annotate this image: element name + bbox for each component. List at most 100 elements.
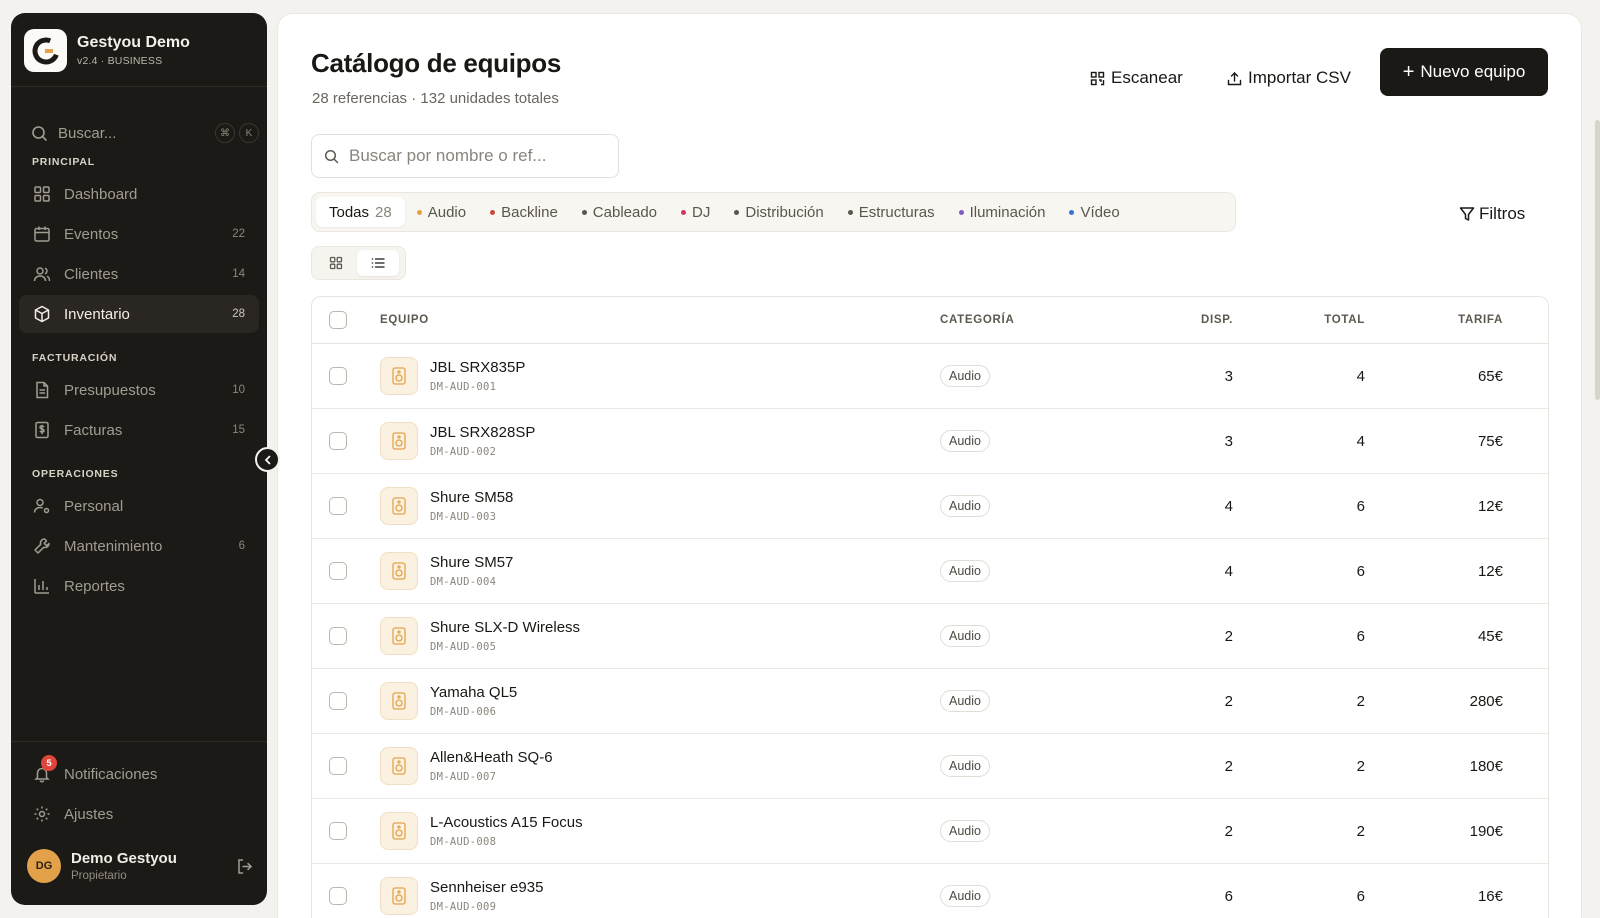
table-row[interactable]: Shure SM58 DM-AUD-003 Audio 4 6 12€ — [312, 474, 1548, 539]
available-count: 4 — [1224, 497, 1233, 515]
scan-button[interactable]: Escanear — [1090, 61, 1183, 95]
equipment-name: Allen&Heath SQ-6 — [430, 749, 553, 766]
equipment-ref: DM-AUD-003 — [430, 511, 497, 523]
chip-label: Iluminación — [969, 203, 1046, 221]
chip-label: Audio — [427, 203, 467, 221]
equipment-ref: DM-AUD-002 — [430, 446, 497, 458]
rate-value: 12€ — [1477, 497, 1503, 515]
category-chip-cableado[interactable]: Cableado — [570, 197, 669, 227]
table-row[interactable]: Sennheiser e935 DM-AUD-009 Audio 6 6 16€ — [312, 864, 1548, 918]
page-scrollbar[interactable] — [1595, 120, 1600, 400]
user-profile[interactable]: DG Demo Gestyou Propietario — [27, 844, 255, 888]
equipment-search[interactable] — [311, 134, 619, 178]
speaker-icon — [380, 422, 418, 460]
chip-label: Vídeo — [1080, 203, 1120, 221]
filters-button[interactable]: Filtros — [1459, 204, 1525, 224]
import-csv-button[interactable]: Importar CSV — [1227, 61, 1351, 95]
column-header-tarifa[interactable]: TARIFA — [1365, 314, 1503, 326]
table-row[interactable]: JBL SRX835P DM-AUD-001 Audio 3 4 65€ — [312, 344, 1548, 409]
category-chip-video[interactable]: Vídeo — [1057, 197, 1131, 227]
row-checkbox[interactable] — [329, 432, 347, 450]
new-equipment-button[interactable]: + Nuevo equipo — [1380, 48, 1548, 96]
rate-value: 45€ — [1477, 627, 1503, 645]
sidebar-item-label: Mantenimiento — [64, 537, 163, 555]
page-subtitle: 28 referencias · 132 unidades totales — [312, 90, 559, 107]
select-all-checkbox[interactable] — [329, 311, 347, 329]
category-chip-distribucion[interactable]: Distribución — [722, 197, 835, 227]
sidebar-item-facturas[interactable]: Facturas 15 — [19, 411, 259, 449]
equipment-name: Shure SM57 — [430, 554, 514, 571]
search-input[interactable] — [349, 146, 599, 166]
bell-icon: 5 — [32, 755, 57, 784]
chip-label: Backline — [501, 203, 558, 221]
sidebar-item-dashboard[interactable]: Dashboard — [19, 175, 259, 213]
speaker-icon — [380, 682, 418, 720]
brand[interactable]: Gestyou Demo v2.4 · BUSINESS — [24, 29, 190, 72]
available-count: 3 — [1224, 367, 1233, 385]
list-view-button[interactable] — [357, 250, 399, 276]
sidebar-item-eventos[interactable]: Eventos 22 — [19, 215, 259, 253]
table-row[interactable]: Yamaha QL5 DM-AUD-006 Audio 2 2 280€ — [312, 669, 1548, 734]
category-dot — [681, 209, 687, 215]
table-row[interactable]: Shure SLX-D Wireless DM-AUD-005 Audio 2 … — [312, 604, 1548, 669]
column-header-categoria[interactable]: CATEGORÍA — [940, 314, 1110, 326]
chip-label: DJ — [692, 203, 711, 221]
sidebar-item-label: Presupuestos — [64, 381, 156, 399]
invoice-icon — [32, 420, 52, 440]
column-header-equipo[interactable]: EQUIPO — [380, 314, 940, 326]
sidebar-item-ajustes[interactable]: Ajustes — [19, 795, 259, 833]
category-chip-dj[interactable]: DJ — [669, 197, 722, 227]
table-row[interactable]: Shure SM57 DM-AUD-004 Audio 4 6 12€ — [312, 539, 1548, 604]
bar-chart-icon — [32, 576, 52, 596]
grid-view-icon — [329, 256, 343, 270]
notification-badge: 5 — [41, 755, 57, 771]
table-row[interactable]: JBL SRX828SP DM-AUD-002 Audio 3 4 75€ — [312, 409, 1548, 474]
row-checkbox[interactable] — [329, 497, 347, 515]
sidebar-item-personal[interactable]: Personal — [19, 487, 259, 525]
row-checkbox[interactable] — [329, 887, 347, 905]
section-operaciones: OPERACIONES — [32, 468, 119, 480]
category-chip-backline[interactable]: Backline — [478, 197, 570, 227]
sidebar-item-notificaciones[interactable]: 5 Notificaciones — [19, 755, 259, 793]
row-checkbox[interactable] — [329, 757, 347, 775]
sidebar-search[interactable]: Buscar... ⌘ K — [31, 120, 259, 146]
section-principal: PRINCIPAL — [32, 156, 96, 168]
grid-view-button[interactable] — [315, 250, 357, 276]
total-count: 2 — [1356, 757, 1365, 775]
rate-value: 16€ — [1477, 887, 1503, 905]
sidebar-item-reportes[interactable]: Reportes — [19, 567, 259, 605]
sidebar-item-label: Eventos — [64, 225, 119, 243]
category-chip-audio[interactable]: Audio — [405, 197, 478, 227]
user-role: Propietario — [71, 870, 127, 882]
list-view-icon — [371, 256, 385, 270]
sidebar-item-clientes[interactable]: Clientes 14 — [19, 255, 259, 293]
available-count: 2 — [1224, 822, 1233, 840]
table-row[interactable]: L-Acoustics A15 Focus DM-AUD-008 Audio 2… — [312, 799, 1548, 864]
category-dot — [581, 209, 587, 215]
logout-icon[interactable] — [233, 855, 255, 877]
sidebar-item-label: Reportes — [64, 577, 125, 595]
category-chip-iluminacion[interactable]: Iluminación — [947, 197, 1058, 227]
row-checkbox[interactable] — [329, 562, 347, 580]
row-checkbox[interactable] — [329, 692, 347, 710]
sidebar-item-presupuestos[interactable]: Presupuestos 10 — [19, 371, 259, 409]
app-version: v2.4 · BUSINESS — [77, 55, 163, 67]
category-chip-todas[interactable]: Todas 28 — [316, 197, 405, 227]
available-count: 4 — [1224, 562, 1233, 580]
column-header-disp[interactable]: DISP. — [1110, 314, 1233, 326]
table-row[interactable]: Allen&Heath SQ-6 DM-AUD-007 Audio 2 2 18… — [312, 734, 1548, 799]
sidebar-item-inventario[interactable]: Inventario 28 — [19, 295, 259, 333]
row-checkbox[interactable] — [329, 627, 347, 645]
column-header-total[interactable]: TOTAL — [1233, 314, 1365, 326]
collapse-sidebar-button[interactable] — [255, 447, 280, 472]
speaker-icon — [380, 552, 418, 590]
category-chip-estructuras[interactable]: Estructuras — [836, 197, 947, 227]
row-checkbox[interactable] — [329, 367, 347, 385]
sidebar-item-count: 15 — [232, 424, 245, 436]
rate-value: 180€ — [1469, 757, 1503, 775]
filters-label: Filtros — [1479, 204, 1526, 223]
section-facturacion: FACTURACIÓN — [32, 352, 118, 364]
sidebar-item-mantenimiento[interactable]: Mantenimiento 6 — [19, 527, 259, 565]
row-checkbox[interactable] — [329, 822, 347, 840]
new-equipment-label: Nuevo equipo — [1420, 62, 1526, 81]
